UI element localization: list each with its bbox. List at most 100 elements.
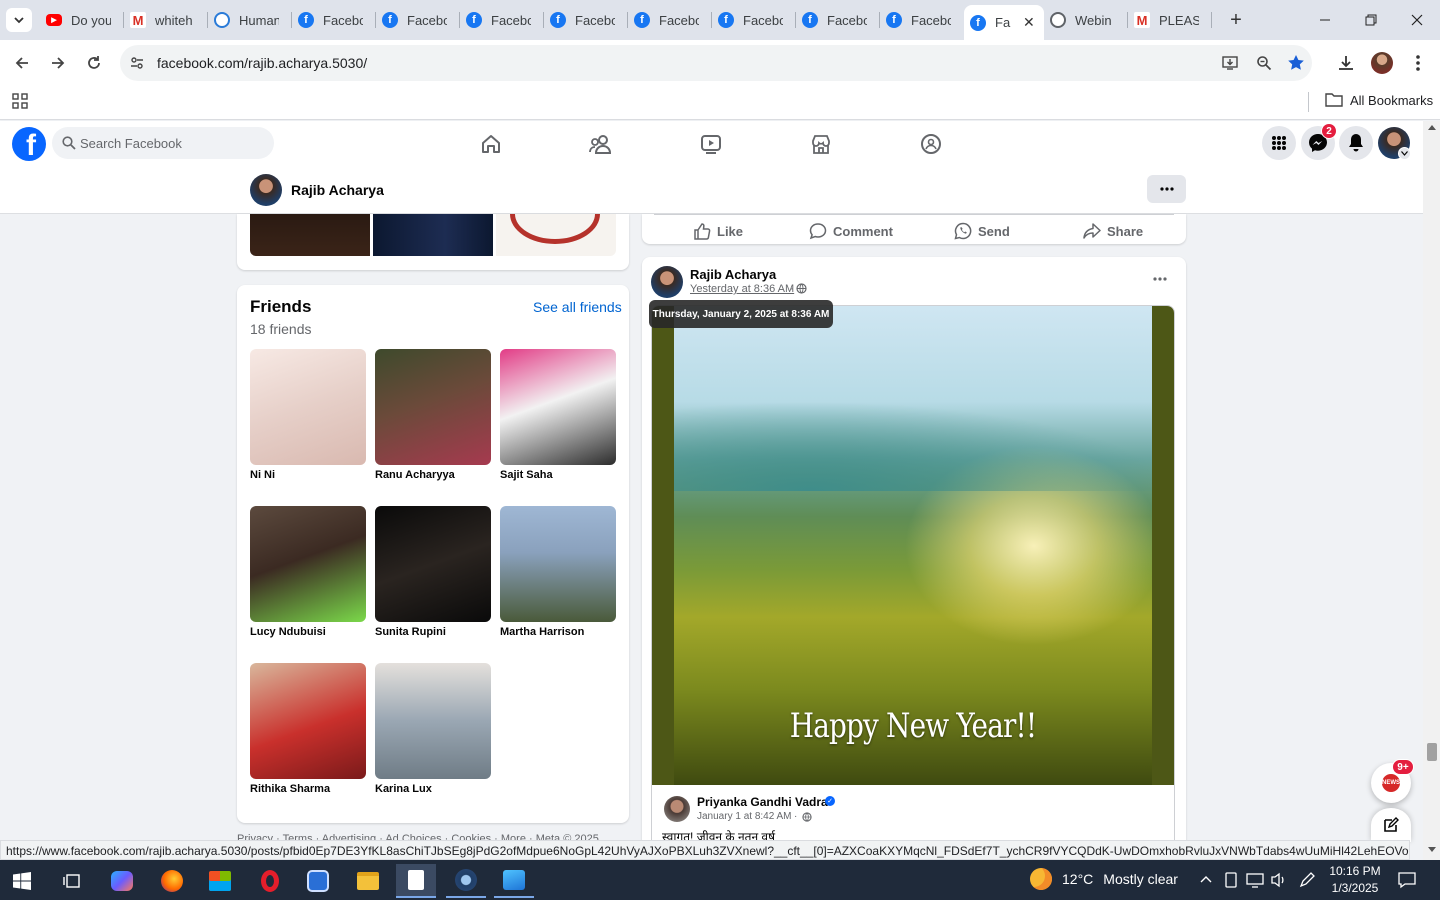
new-message-button[interactable]: [1371, 808, 1411, 842]
site-info-icon[interactable]: [130, 56, 144, 70]
taskbar-teamviewer[interactable]: [298, 864, 338, 898]
friend-tile[interactable]: Rithika Sharma: [250, 663, 366, 795]
scrollbar-thumb[interactable]: [1427, 743, 1437, 761]
nav-groups[interactable]: [901, 121, 961, 166]
reload-button[interactable]: [79, 48, 109, 78]
photo-thumbnail[interactable]: [496, 214, 616, 256]
taskbar-file-explorer[interactable]: [348, 864, 388, 898]
post-author-name[interactable]: Rajib Acharya: [690, 267, 776, 282]
share-button[interactable]: Share: [1083, 222, 1143, 240]
page-scrollbar[interactable]: [1423, 121, 1440, 860]
browser-tab[interactable]: M PLEASE: [1128, 6, 1212, 34]
forward-button[interactable]: [43, 48, 73, 78]
zoom-icon[interactable]: [1256, 55, 1272, 71]
post-timestamp[interactable]: Yesterday at 8:36 AM: [690, 283, 794, 295]
friend-photo[interactable]: [250, 506, 366, 622]
download-icon[interactable]: [1337, 54, 1355, 72]
friend-name[interactable]: Karina Lux: [375, 783, 491, 795]
task-view-button[interactable]: [52, 864, 92, 898]
friend-photo[interactable]: [500, 349, 616, 465]
taskbar-chrome-profile[interactable]: [446, 864, 486, 898]
network-icon[interactable]: [1246, 872, 1264, 888]
apps-grid-icon[interactable]: [12, 93, 28, 109]
taskbar-store[interactable]: [200, 864, 240, 898]
shared-timestamp[interactable]: January 1 at 8:42 AM: [697, 811, 792, 822]
friend-tile[interactable]: Martha Harrison: [500, 506, 616, 638]
restore-button[interactable]: [1348, 0, 1394, 40]
friend-tile[interactable]: Sajit Saha: [500, 349, 616, 481]
facebook-search-input[interactable]: Search Facebook: [52, 127, 274, 159]
notification-center-icon[interactable]: [1398, 871, 1416, 889]
browser-menu-icon[interactable]: [1412, 54, 1424, 72]
scroll-down-arrow[interactable]: [1428, 847, 1436, 852]
taskbar-photos[interactable]: [494, 864, 534, 898]
tab-search-button[interactable]: [6, 8, 32, 32]
all-bookmarks-button[interactable]: All Bookmarks: [1325, 92, 1433, 108]
friend-name[interactable]: Ni Ni: [250, 469, 366, 481]
address-bar[interactable]: facebook.com/rajib.acharya.5030/: [120, 45, 1312, 81]
friend-photo[interactable]: [500, 506, 616, 622]
nav-marketplace[interactable]: [791, 121, 851, 166]
friend-photo[interactable]: [375, 663, 491, 779]
photo-thumbnail[interactable]: [373, 214, 493, 256]
browser-tab[interactable]: f Facebo: [544, 6, 628, 34]
back-button[interactable]: [7, 48, 37, 78]
photo-thumbnail[interactable]: [250, 214, 370, 256]
friend-photo[interactable]: [375, 506, 491, 622]
browser-tab[interactable]: f Facebo: [628, 6, 712, 34]
account-chevron[interactable]: [1398, 147, 1411, 160]
start-button[interactable]: [2, 864, 42, 898]
browser-tab[interactable]: f Facebo: [712, 6, 796, 34]
friend-name[interactable]: Ranu Acharyya: [375, 469, 491, 481]
see-all-friends-link[interactable]: See all friends: [533, 299, 622, 315]
friend-photo[interactable]: [250, 349, 366, 465]
friend-tile[interactable]: Ranu Acharyya: [375, 349, 491, 481]
taskbar-notepad[interactable]: [396, 864, 436, 898]
profile-avatar-small[interactable]: [250, 174, 282, 206]
taskbar-firefox[interactable]: [152, 864, 192, 898]
friend-photo[interactable]: [375, 349, 491, 465]
weather-widget[interactable]: 12°C Mostly clear: [1030, 868, 1178, 890]
friend-name[interactable]: Sajit Saha: [500, 469, 616, 481]
browser-tab[interactable]: Human: [208, 6, 292, 34]
friend-name[interactable]: Sunita Rupini: [375, 626, 491, 638]
browser-tab[interactable]: Webin: [1044, 6, 1128, 34]
friend-name[interactable]: Martha Harrison: [500, 626, 616, 638]
pen-icon[interactable]: [1298, 871, 1316, 889]
device-icon[interactable]: [1224, 872, 1238, 888]
browser-tab[interactable]: f Fa ✕: [964, 5, 1044, 40]
profile-name[interactable]: Rajib Acharya: [291, 182, 384, 198]
taskbar-opera[interactable]: [250, 864, 290, 898]
post-image[interactable]: Happy New Year!!: [652, 306, 1174, 785]
send-button[interactable]: Send: [954, 222, 1010, 240]
browser-tab[interactable]: f Facebo: [796, 6, 880, 34]
friend-tile[interactable]: Ni Ni: [250, 349, 366, 481]
notifications-button[interactable]: [1339, 126, 1373, 160]
comment-button[interactable]: Comment: [809, 222, 893, 240]
nav-friends[interactable]: [571, 121, 631, 166]
scroll-up-arrow[interactable]: [1428, 125, 1436, 130]
browser-tab[interactable]: f Facebo: [376, 6, 460, 34]
post-author-avatar[interactable]: [651, 266, 683, 298]
post-options-icon[interactable]: [1153, 277, 1167, 281]
shared-author-name[interactable]: Priyanka Gandhi Vadra: [697, 795, 828, 809]
browser-tab[interactable]: ▶ Do you: [40, 6, 124, 34]
profile-avatar[interactable]: [1371, 52, 1393, 74]
like-button[interactable]: Like: [693, 222, 743, 240]
friend-tile[interactable]: Karina Lux: [375, 663, 491, 795]
friend-tile[interactable]: Lucy Ndubuisi: [250, 506, 366, 638]
nav-home[interactable]: [461, 121, 521, 166]
chevron-up-icon[interactable]: [1200, 875, 1212, 883]
browser-tab[interactable]: Mwhiteh: [124, 6, 208, 34]
friend-name[interactable]: Lucy Ndubuisi: [250, 626, 366, 638]
taskbar-copilot[interactable]: [102, 864, 142, 898]
facebook-logo[interactable]: f: [12, 127, 46, 161]
browser-tab[interactable]: f Facebo: [292, 6, 376, 34]
minimize-button[interactable]: [1302, 0, 1348, 40]
url-text[interactable]: facebook.com/rajib.acharya.5030/: [157, 55, 367, 71]
new-tab-button[interactable]: +: [1224, 8, 1248, 32]
close-tab-icon[interactable]: ✕: [1023, 14, 1035, 31]
profile-more-button[interactable]: [1147, 175, 1186, 203]
friend-name[interactable]: Rithika Sharma: [250, 783, 366, 795]
friend-tile[interactable]: Sunita Rupini: [375, 506, 491, 638]
